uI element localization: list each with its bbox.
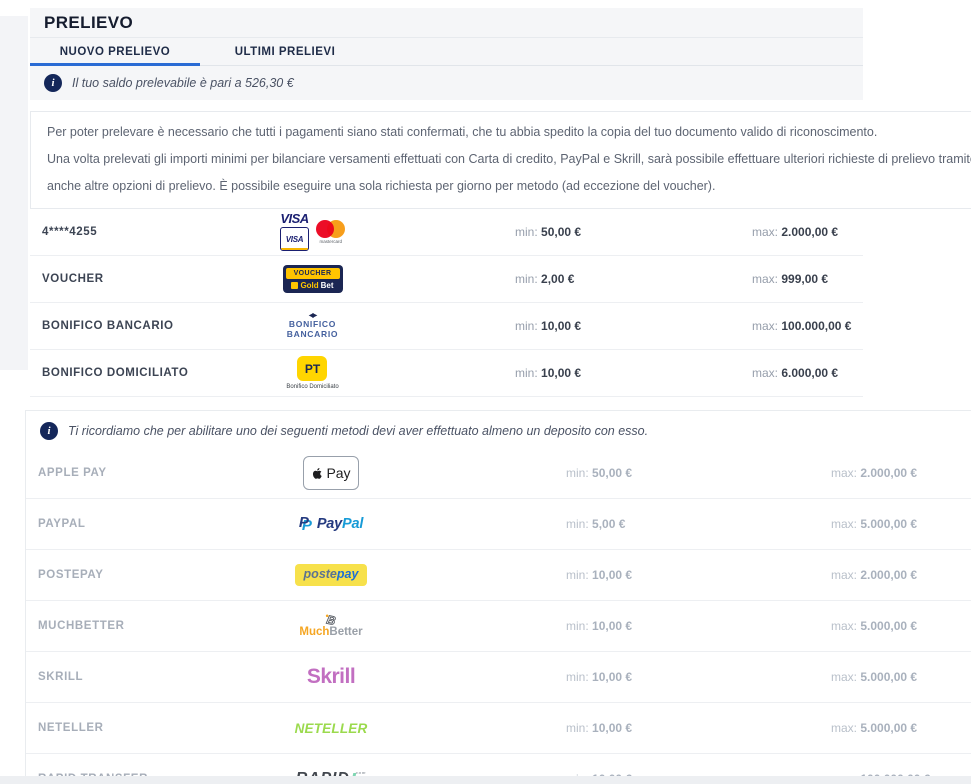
min-amount: min: 10,00 €: [396, 619, 684, 633]
table-row-bonifico-bancario[interactable]: BONIFICO BANCARIO ◀▶ BONIFICO BANCARIO m…: [30, 303, 863, 350]
table-row-card[interactable]: 4****4255 VISA VISA mastercard min: 50,0…: [30, 209, 863, 256]
method-name: BONIFICO BANCARIO: [30, 320, 245, 332]
min-amount: min: 10,00 €: [380, 319, 621, 333]
min-amount: min: 50,00 €: [380, 225, 621, 239]
apple-logo-icon: [311, 466, 324, 481]
max-amount: max: 5.000,00 €: [684, 721, 971, 735]
visa-wordmark: VISA: [280, 213, 308, 225]
active-methods-table: 4****4255 VISA VISA mastercard min: 50,0…: [30, 209, 863, 397]
info-icon: i: [44, 74, 62, 92]
visa-mastercard-logo-icon: VISA VISA mastercard: [280, 213, 345, 251]
method-name: BONIFICO DOMICILIATO: [30, 367, 245, 379]
goldbet-voucher-logo-icon: VOUCHER GoldBet: [283, 265, 343, 293]
pt-caption: Bonifico Domiciliato: [286, 384, 338, 390]
mastercard-logo-icon: mastercard: [316, 220, 345, 244]
page-bottom-strip: [0, 776, 971, 784]
table-row-muchbetter: MUCHBETTER B MuchBetter min: 10,00 € max…: [26, 601, 971, 652]
max-amount: max: 6.000,00 €: [621, 366, 863, 380]
visa-debit-wordmark: VISA: [286, 235, 303, 244]
max-amount: max: 100.000,00 €: [621, 319, 863, 333]
pending-methods-table: APPLE PAY Pay min: 50,00 € max: 2.000,00…: [26, 448, 971, 784]
skrill-logo-icon: Skrill: [307, 665, 355, 689]
goldbet-bet-text: Bet: [321, 281, 334, 290]
tab-bar: NUOVO PRELIEVO ULTIMI PRELIEVI: [30, 37, 863, 66]
method-name: APPLE PAY: [26, 467, 266, 479]
table-row-paypal: PAYPAL PP PayPal min: 5,00 € max: 5.000,…: [26, 499, 971, 550]
max-amount: max: 5.000,00 €: [684, 619, 971, 633]
table-row-postepay: POSTEPAY postepay min: 10,00 € max: 2.00…: [26, 550, 971, 601]
table-row-apple-pay: APPLE PAY Pay min: 50,00 € max: 2.000,00…: [26, 448, 971, 499]
method-name: NETELLER: [26, 722, 266, 734]
max-amount: max: 2.000,00 €: [684, 466, 971, 480]
voucher-band-text: VOUCHER: [286, 268, 340, 279]
max-amount: max: 5.000,00 €: [684, 517, 971, 531]
withdrawal-header-section: PRELIEVO NUOVO PRELIEVO ULTIMI PRELIEVI …: [30, 8, 863, 100]
paypal-logo-icon: PP PayPal: [299, 515, 363, 533]
mastercard-wordmark: mastercard: [319, 239, 342, 244]
page-left-gutter: [0, 16, 28, 370]
method-name: VOUCHER: [30, 273, 245, 285]
table-row-voucher[interactable]: VOUCHER VOUCHER GoldBet min: 2,00 € max:…: [30, 256, 863, 303]
max-amount: max: 2.000,00 €: [684, 568, 971, 582]
title-band: PRELIEVO: [30, 8, 863, 37]
table-row-skrill: SKRILL Skrill min: 10,00 € max: 5.000,00…: [26, 652, 971, 703]
method-name: PAYPAL: [26, 518, 266, 530]
method-name: MUCHBETTER: [26, 620, 266, 632]
min-amount: min: 10,00 €: [380, 366, 621, 380]
tab-nuovo-prelievo[interactable]: NUOVO PRELIEVO: [30, 38, 200, 65]
bonifico-bancario-logo-icon: ◀▶ BONIFICO BANCARIO: [287, 313, 338, 339]
pt-bonifico-domiciliato-logo-icon: PT Bonifico Domiciliato: [286, 356, 338, 390]
min-amount: min: 2,00 €: [380, 272, 621, 286]
info-icon: i: [40, 422, 58, 440]
conditions-paragraph-2: Una volta prelevati gli importi minimi p…: [47, 152, 971, 167]
max-amount: max: 2.000,00 €: [621, 225, 863, 239]
apple-pay-logo-icon: Pay: [303, 456, 359, 490]
neteller-logo-icon: NETELLER: [295, 721, 368, 736]
conditions-paragraph-2-cont: anche altre opzioni di prelievo. È possi…: [47, 179, 971, 194]
page-title: PRELIEVO: [44, 13, 849, 33]
table-row-neteller: NETELLER NETELLER min: 10,00 € max: 5.00…: [26, 703, 971, 754]
tab-ultimi-prelievi[interactable]: ULTIMI PRELIEVI: [200, 38, 370, 65]
balance-notice-text: Il tuo saldo prelevabile è pari a 526,30…: [72, 76, 294, 90]
method-name: POSTEPAY: [26, 569, 266, 581]
min-amount: min: 10,00 €: [396, 670, 684, 684]
method-name: SKRILL: [26, 671, 266, 683]
goldbet-gold-text: Gold: [300, 281, 318, 290]
withdrawal-conditions-box: Per poter prelevare è necessario che tut…: [30, 111, 971, 209]
deposit-required-notice: i Ti ricordiamo che per abilitare uno de…: [26, 411, 971, 448]
bonifico-line2: BANCARIO: [287, 330, 338, 340]
apple-pay-wordmark: Pay: [326, 465, 350, 481]
max-amount: max: 5.000,00 €: [684, 670, 971, 684]
table-row-bonifico-domiciliato[interactable]: BONIFICO DOMICILIATO PT Bonifico Domicil…: [30, 350, 863, 397]
pt-badge: PT: [297, 356, 327, 381]
min-amount: min: 50,00 €: [396, 466, 684, 480]
muchbetter-logo-icon: B MuchBetter: [299, 613, 362, 639]
deposit-required-text: Ti ricordiamo che per abilitare uno dei …: [68, 424, 648, 438]
method-name: 4****4255: [30, 226, 245, 238]
goldbet-square-icon: [291, 282, 298, 289]
postepay-logo-icon: postepay: [295, 564, 368, 586]
min-amount: min: 5,00 €: [396, 517, 684, 531]
min-amount: min: 10,00 €: [396, 568, 684, 582]
min-amount: min: 10,00 €: [396, 721, 684, 735]
muchbetter-b-icon: B: [324, 613, 337, 626]
balance-notice: i Il tuo saldo prelevabile è pari a 526,…: [30, 66, 863, 100]
pending-methods-section: i Ti ricordiamo che per abilitare uno de…: [25, 410, 971, 784]
conditions-paragraph-1: Per poter prelevare è necessario che tut…: [47, 125, 971, 140]
rapid-com-text: com: [356, 770, 367, 775]
max-amount: max: 999,00 €: [621, 272, 863, 286]
